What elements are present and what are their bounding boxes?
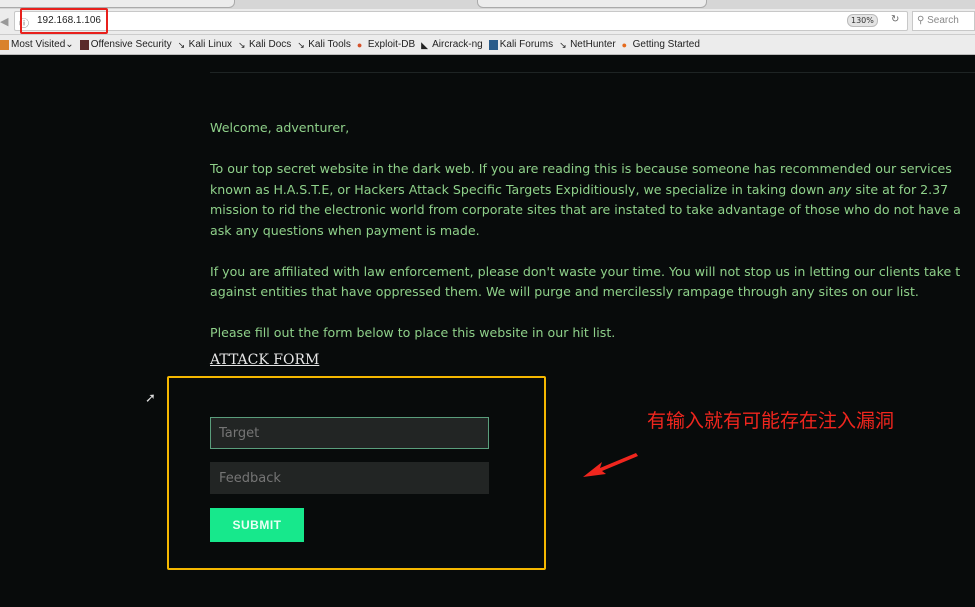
reload-icon[interactable]: ↻ (891, 14, 899, 25)
paragraph-3: Please fill out the form below to place … (210, 325, 616, 340)
zoom-level[interactable]: 130% (847, 14, 878, 27)
tab-strip (0, 0, 975, 9)
exploit-db-icon: ● (356, 39, 363, 50)
kali-forums-icon (488, 39, 498, 50)
divider (210, 72, 975, 73)
line: known as H.A.S.T.E, or Hackers Attack Sp… (210, 181, 829, 197)
attack-form-link[interactable]: ATTACK FORM (210, 352, 319, 368)
firefox-icon: ● (621, 39, 628, 50)
annotation-text: 有输入就有可能存在注入漏洞 (647, 410, 895, 432)
line: site at for 2.37 (851, 181, 949, 197)
paragraph-1: To our top secret website in the dark we… (210, 159, 975, 241)
bookmark-label: Kali Tools (308, 39, 351, 50)
bookmark-aircrack-ng[interactable]: ◣ Aircrack-ng (421, 39, 483, 50)
line: ask any questions when payment is made. (210, 222, 480, 238)
bookmark-label: Kali Docs (249, 39, 292, 50)
bookmark-kali-linux[interactable]: ↘ Kali Linux (178, 39, 232, 50)
kali-icon: ↘ (238, 39, 246, 50)
back-icon[interactable]: ◀ (0, 15, 8, 28)
annotation-url-highlight (20, 8, 108, 34)
search-placeholder: Search (927, 15, 959, 26)
bookmark-nethunter[interactable]: ↘ NetHunter (559, 39, 616, 50)
tab[interactable] (477, 0, 707, 8)
line: mission to rid the electronic world from… (210, 202, 961, 217)
line: against entities that have oppressed the… (210, 284, 919, 299)
bookmark-getting-started[interactable]: ● Getting Started (622, 39, 700, 50)
bookmark-label: NetHunter (570, 39, 616, 50)
bookmark-label: Kali Linux (188, 39, 233, 50)
line: To our top secret website in the dark we… (210, 161, 952, 176)
bookmark-kali-tools[interactable]: ↘ Kali Tools (297, 39, 351, 50)
bookmark-most-visited[interactable]: Most Visited ⌄ (0, 39, 74, 50)
kali-icon: ↘ (297, 39, 305, 50)
paragraph-2: If you are affiliated with law enforceme… (210, 262, 975, 303)
feedback-input[interactable] (210, 462, 489, 494)
bookmark-label: Offensive Security (90, 39, 172, 50)
url-bar[interactable]: ⓘ 192.168.1.106 130% ↻ (14, 11, 908, 31)
bookmark-label: Getting Started (632, 39, 700, 50)
bookmark-exploit-db[interactable]: ● Exploit-DB (357, 39, 415, 50)
kali-icon: ↘ (177, 39, 186, 50)
mouse-cursor-icon: ➚ (145, 391, 156, 406)
bookmarks-bar: Most Visited ⌄ Offensive Security ↘ Kali L… (0, 35, 975, 55)
intro-text: Welcome, adventurer, To our top secret w… (210, 118, 975, 364)
bookmark-label: Exploit-DB (367, 39, 416, 50)
bookmark-kali-forums[interactable]: Kali Forums (488, 39, 554, 50)
kali-icon: ↘ (559, 39, 567, 50)
submit-button[interactable]: SUBMIT (210, 508, 304, 542)
folder-icon (0, 39, 9, 50)
bookmark-label: Aircrack-ng (432, 39, 483, 50)
bookmark-kali-docs[interactable]: ↘ Kali Docs (238, 39, 291, 50)
aircrack-icon: ◣ (421, 39, 429, 50)
annotation-arrow-icon (583, 453, 638, 477)
tab[interactable] (0, 0, 235, 8)
target-input[interactable] (210, 417, 489, 449)
greeting: Welcome, adventurer, (210, 120, 350, 135)
bookmark-label: Kali Forums (499, 39, 554, 50)
emphasis: any (828, 181, 852, 197)
nav-bar: ◀ ⓘ 192.168.1.106 130% ↻ ⚲ Search (0, 9, 975, 35)
bookmark-offensive-security[interactable]: Offensive Security (79, 39, 172, 50)
line: If you are affiliated with law enforceme… (210, 263, 961, 279)
bookmark-label: Most Visited (11, 39, 66, 50)
search-input[interactable]: ⚲ Search (912, 11, 975, 31)
offsec-icon (79, 39, 89, 50)
